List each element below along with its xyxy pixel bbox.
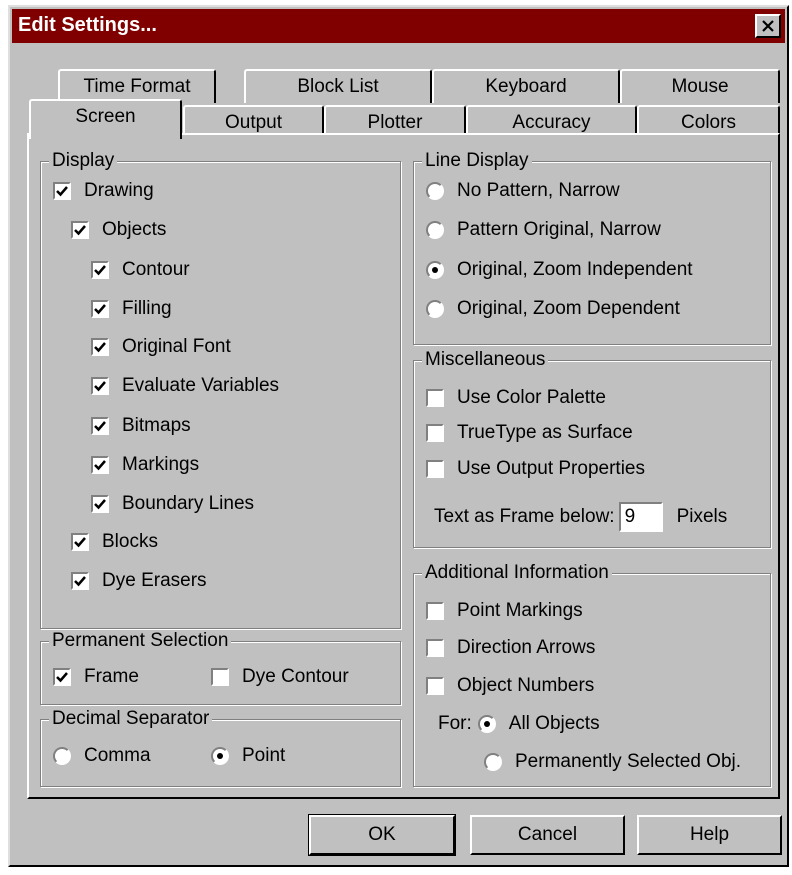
screen-tab-panel: Display Drawing Objects Contour Filling … — [27, 133, 780, 799]
radio-selected-dot — [432, 267, 438, 273]
point-markings-checkbox[interactable]: Point Markings — [426, 598, 583, 624]
checkmark-icon — [94, 265, 106, 276]
permanent-selection-legend: Permanent Selection — [49, 630, 232, 652]
frame-checkbox[interactable]: Frame — [53, 664, 139, 690]
checkbox-box[interactable] — [91, 377, 109, 395]
checkbox-box[interactable] — [53, 182, 71, 200]
checkbox-box[interactable] — [71, 221, 89, 239]
text-as-frame-row: Text as Frame below: Pixels — [434, 501, 727, 533]
checkbox-box[interactable] — [426, 602, 444, 620]
checkmark-icon — [94, 499, 106, 510]
checkbox-box[interactable] — [426, 389, 444, 407]
close-icon — [762, 20, 774, 32]
no-pattern-narrow-radio[interactable]: No Pattern, Narrow — [426, 178, 620, 204]
tab-keyboard[interactable]: Keyboard — [432, 69, 620, 103]
checkmark-icon — [56, 672, 68, 683]
line-display-group: Line Display No Pattern, Narrow Pattern … — [413, 150, 771, 345]
text-as-frame-input[interactable] — [618, 502, 663, 532]
evaluate-variables-checkbox[interactable]: Evaluate Variables — [91, 373, 279, 399]
additional-information-group: Additional Information Point Markings Di… — [413, 562, 771, 787]
tab-time-format[interactable]: Time Format — [58, 69, 216, 103]
close-button[interactable] — [755, 14, 781, 38]
miscellaneous-group: Miscellaneous Use Color Palette TrueType… — [413, 349, 771, 548]
checkbox-box[interactable] — [91, 456, 109, 474]
original-zoom-independent-radio[interactable]: Original, Zoom Independent — [426, 257, 693, 283]
truetype-as-surface-checkbox[interactable]: TrueType as Surface — [426, 420, 633, 446]
use-color-palette-checkbox[interactable]: Use Color Palette — [426, 385, 606, 411]
display-group: Display Drawing Objects Contour Filling … — [40, 150, 401, 629]
checkbox-box[interactable] — [71, 572, 89, 590]
checkbox-box[interactable] — [426, 677, 444, 695]
radio-circle[interactable] — [477, 715, 496, 733]
tab-block-list[interactable]: Block List — [244, 69, 432, 103]
ok-button[interactable]: OK — [308, 814, 456, 856]
checkbox-box[interactable] — [91, 417, 109, 435]
point-radio[interactable]: Point — [211, 743, 285, 769]
additional-information-legend: Additional Information — [422, 562, 612, 584]
radio-circle[interactable] — [211, 747, 229, 765]
checkbox-box[interactable] — [426, 424, 444, 442]
checkbox-box[interactable] — [91, 300, 109, 318]
checkmark-icon — [56, 186, 68, 197]
checkbox-box[interactable] — [211, 668, 229, 686]
radio-selected-dot — [483, 721, 490, 727]
radio-circle[interactable] — [426, 221, 444, 239]
checkbox-box[interactable] — [91, 338, 109, 356]
permanently-selected-obj-radio[interactable]: Permanently Selected Obj. — [484, 749, 741, 775]
blocks-checkbox[interactable]: Blocks — [71, 529, 158, 555]
filling-checkbox[interactable]: Filling — [91, 296, 172, 322]
checkmark-icon — [94, 342, 106, 353]
comma-radio[interactable]: Comma — [53, 743, 151, 769]
checkmark-icon — [74, 537, 86, 548]
decimal-separator-legend: Decimal Separator — [49, 708, 213, 730]
decimal-separator-group: Decimal Separator Comma Point — [40, 708, 401, 787]
checkbox-box[interactable] — [426, 460, 444, 478]
permanent-selection-group: Permanent Selection Frame Dye Contour — [40, 630, 401, 705]
radio-circle[interactable] — [53, 747, 71, 765]
checkbox-box[interactable] — [91, 261, 109, 279]
direction-arrows-checkbox[interactable]: Direction Arrows — [426, 635, 595, 661]
radio-circle[interactable] — [426, 182, 444, 200]
checkmark-icon — [74, 225, 86, 236]
contour-checkbox[interactable]: Contour — [91, 257, 190, 283]
checkbox-box[interactable] — [53, 668, 71, 686]
pattern-original-narrow-radio[interactable]: Pattern Original, Narrow — [426, 217, 661, 243]
checkmark-icon — [94, 381, 106, 392]
checkmark-icon — [74, 576, 86, 587]
radio-circle[interactable] — [426, 300, 444, 318]
use-output-properties-checkbox[interactable]: Use Output Properties — [426, 456, 645, 482]
cancel-button[interactable]: Cancel — [470, 815, 625, 855]
miscellaneous-legend: Miscellaneous — [422, 349, 549, 371]
help-button[interactable]: Help — [637, 815, 782, 855]
dye-erasers-checkbox[interactable]: Dye Erasers — [71, 568, 207, 594]
title-bar[interactable]: Edit Settings... — [12, 9, 785, 43]
checkbox-box[interactable] — [71, 533, 89, 551]
for-all-objects-row[interactable]: For: All Objects — [438, 711, 600, 737]
checkmark-icon — [94, 304, 106, 315]
boundary-lines-checkbox[interactable]: Boundary Lines — [91, 491, 254, 517]
line-display-legend: Line Display — [422, 150, 532, 172]
objects-checkbox[interactable]: Objects — [71, 217, 166, 243]
checkmark-icon — [94, 421, 106, 432]
original-font-checkbox[interactable]: Original Font — [91, 334, 231, 360]
checkbox-box[interactable] — [91, 495, 109, 513]
display-legend: Display — [49, 150, 118, 172]
dye-contour-checkbox[interactable]: Dye Contour — [211, 664, 349, 690]
radio-selected-dot — [217, 753, 223, 759]
drawing-checkbox[interactable]: Drawing — [53, 178, 154, 204]
tab-screen[interactable]: Screen — [29, 99, 182, 139]
radio-circle[interactable] — [426, 261, 444, 279]
bitmaps-checkbox[interactable]: Bitmaps — [91, 413, 191, 439]
markings-checkbox[interactable]: Markings — [91, 452, 199, 478]
checkmark-icon — [94, 460, 106, 471]
original-zoom-dependent-radio[interactable]: Original, Zoom Dependent — [426, 296, 680, 322]
checkbox-box[interactable] — [426, 639, 444, 657]
object-numbers-checkbox[interactable]: Object Numbers — [426, 673, 594, 699]
tab-mouse[interactable]: Mouse — [620, 69, 780, 103]
radio-circle[interactable] — [484, 753, 502, 771]
window-title: Edit Settings... — [18, 14, 157, 36]
